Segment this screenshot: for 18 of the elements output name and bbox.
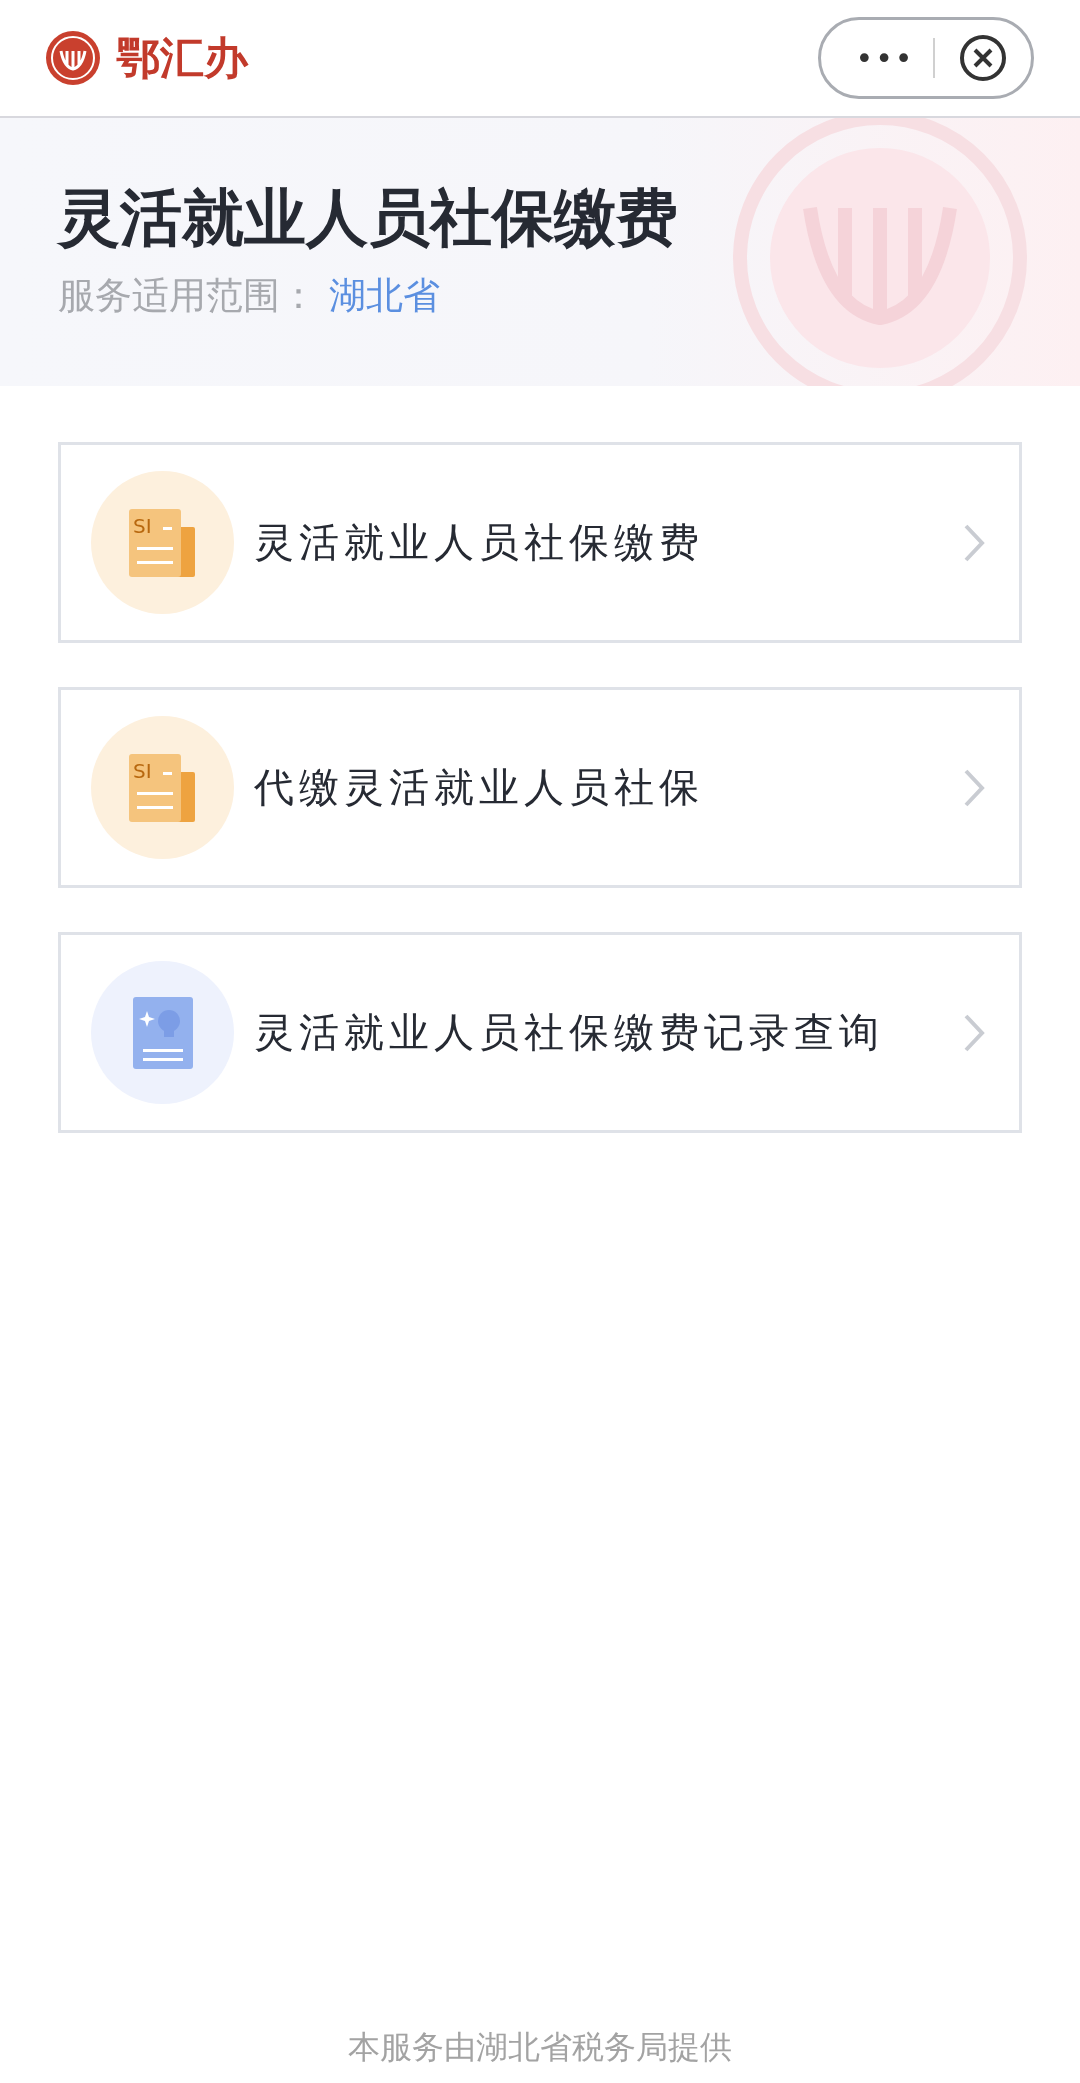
footer-note: 本服务由湖北省税务局提供	[348, 2027, 732, 2068]
service-label: 灵活就业人员社保缴费	[254, 518, 705, 567]
chevron-icon	[963, 767, 985, 808]
scope-value: 湖北省	[329, 274, 440, 318]
report-icon	[132, 996, 193, 1069]
service-card[interactable]: 灵活就业人员社保缴费记录查询	[58, 932, 1022, 1133]
close-icon	[959, 34, 1007, 82]
page-title: 灵活就业人员社保缴费	[58, 186, 679, 250]
service-label: 代缴灵活就业人员社保	[254, 763, 705, 812]
service-card[interactable]: SI 灵活就业人员社保缴费	[58, 442, 1022, 643]
emblem-icon	[44, 29, 102, 87]
scope-label: 服务适用范围：	[58, 274, 317, 318]
more-button[interactable]: •••	[821, 20, 933, 96]
chevron-icon	[963, 1012, 985, 1053]
service-label: 灵活就业人员社保缴费记录查询	[254, 1008, 885, 1057]
chevron-icon	[963, 522, 985, 563]
app-name: 鄂汇办	[116, 30, 248, 85]
service-card[interactable]: SI 代缴灵活就业人员社保	[58, 687, 1022, 888]
